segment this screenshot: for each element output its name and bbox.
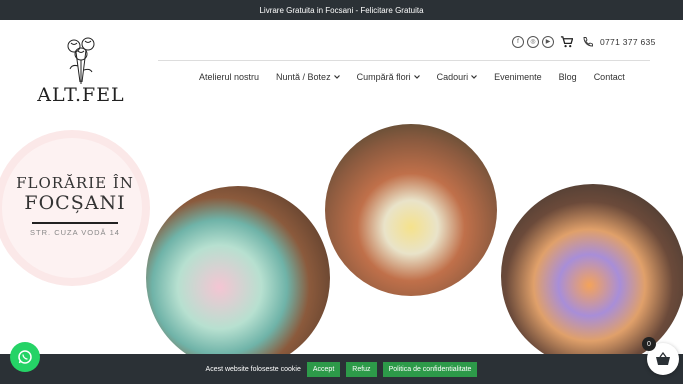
chevron-down-icon — [471, 75, 478, 79]
nav-item-label: Blog — [558, 72, 577, 82]
header-divider — [158, 60, 650, 61]
logo-text: ALT.FEL — [37, 84, 125, 106]
nav-item-nunta-botez[interactable]: Nuntă / Botez — [276, 72, 340, 82]
top-announcement-bar: Livrare Gratuita in Focsani - Felicitare… — [0, 0, 683, 20]
cookie-text: Acest website foloseste cookie — [205, 365, 301, 373]
bouquet-photo-pastel — [146, 186, 330, 370]
nav-item-label: Evenimente — [494, 72, 542, 82]
nav-item-atelier[interactable]: Atelierul nostru — [199, 72, 259, 82]
nav-item-blog[interactable]: Blog — [559, 72, 577, 82]
chevron-down-icon — [413, 75, 420, 79]
whatsapp-icon — [18, 350, 32, 364]
bouquet-photo-box — [501, 184, 683, 368]
bouquet-photo-basket — [325, 124, 497, 296]
cart-icon[interactable] — [560, 35, 573, 48]
badge-address: STR. CUZA VODĂ 14 — [30, 228, 120, 237]
nav-item-label: Nuntă / Botez — [276, 72, 331, 82]
nav-item-contact[interactable]: Contact — [594, 72, 625, 82]
logo[interactable]: ALT.FEL — [34, 34, 128, 106]
badge-divider — [32, 222, 118, 224]
rose-logo-icon — [67, 37, 95, 84]
badge-title-line2: FOCȘANI — [24, 192, 126, 214]
announcement-text: Livrare Gratuita in Focsani - Felicitare… — [259, 5, 424, 15]
nav-item-cadouri[interactable]: Cadouri — [437, 72, 478, 82]
nav-item-cumpara-flori[interactable]: Cumpără flori — [357, 72, 420, 82]
nav-item-label: Cadouri — [436, 72, 469, 82]
chevron-down-icon — [333, 75, 340, 79]
badge-title-line1: FLORĂRIE ÎN — [16, 174, 134, 192]
header-icons: f ◎ ▶ 0771 377 635 — [512, 35, 656, 48]
main-nav: Atelierul nostru Nuntă / Botez Cumpără f… — [199, 72, 642, 82]
nav-item-label: Atelierul nostru — [199, 72, 260, 82]
cookie-accept-button[interactable]: Accept — [306, 361, 341, 377]
privacy-policy-button[interactable]: Politica de confidentialitate — [382, 361, 478, 377]
nav-item-label: Cumpără flori — [356, 72, 411, 82]
whatsapp-button[interactable] — [10, 342, 40, 372]
youtube-icon[interactable]: ▶ — [542, 35, 554, 48]
phone-number[interactable]: 0771 377 635 — [600, 37, 656, 47]
instagram-icon[interactable]: ◎ — [527, 35, 539, 48]
cart-count-badge: 0 — [642, 337, 656, 351]
nav-item-label: Contact — [593, 72, 625, 82]
cookie-bar: Acest website foloseste cookie Accept Re… — [0, 354, 683, 384]
phone-icon — [583, 36, 593, 46]
cookie-refuse-button[interactable]: Refuz — [346, 361, 377, 377]
nav-item-evenimente[interactable]: Evenimente — [494, 72, 542, 82]
facebook-icon[interactable]: f — [512, 35, 524, 48]
basket-icon — [656, 352, 670, 365]
